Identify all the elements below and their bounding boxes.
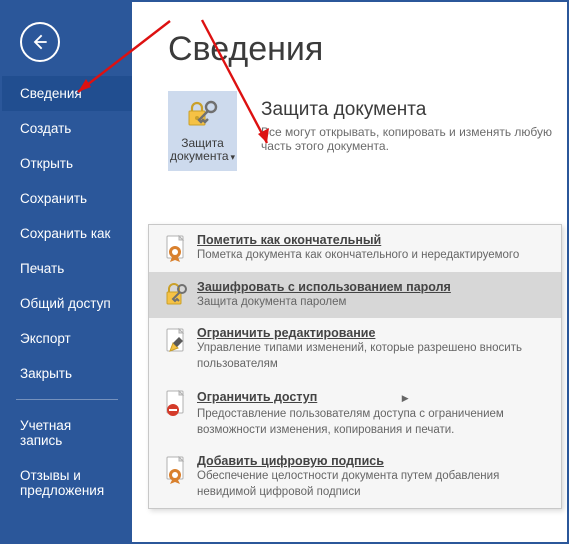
- nav-item-saveas[interactable]: Сохранить как: [2, 216, 132, 251]
- dd-item-mark-final[interactable]: Пометить как окончательный Пометка докум…: [149, 225, 561, 272]
- nav-item-share[interactable]: Общий доступ: [2, 286, 132, 321]
- dd-item-restrict-access[interactable]: Ограничить доступ ▶ Предоставление польз…: [149, 380, 561, 446]
- nav-item-open[interactable]: Открыть: [2, 146, 132, 181]
- dd-desc: Защита документа паролем: [197, 295, 549, 311]
- dd-title: Пометить как окончательный: [197, 233, 549, 247]
- protect-button-label: Защита документа▾: [170, 137, 235, 163]
- protect-dropdown: Пометить как окончательный Пометка докум…: [148, 224, 562, 509]
- dd-desc: Предоставление пользователям доступа с о…: [197, 407, 549, 438]
- nav-label: Сведения: [20, 86, 82, 101]
- restrict-edit-icon: [161, 326, 191, 372]
- dd-title: Ограничить доступ: [197, 390, 317, 404]
- dd-title: Ограничить редактирование: [197, 326, 549, 340]
- nav-label: Отзывы и предложения: [20, 468, 104, 498]
- dd-item-restrict-editing[interactable]: Ограничить редактирование Управление тип…: [149, 318, 561, 380]
- protect-desc: Все могут открывать, копировать и изменя…: [261, 125, 567, 153]
- nav-label: Учетная запись: [20, 418, 71, 448]
- restrict-access-icon: [161, 388, 191, 438]
- dd-item-encrypt[interactable]: Зашифровать с использованием пароля Защи…: [149, 272, 561, 319]
- nav-divider: [16, 399, 118, 400]
- final-icon: [161, 233, 191, 264]
- back-button[interactable]: [20, 22, 60, 62]
- dd-desc: Управление типами изменений, которые раз…: [197, 341, 549, 372]
- protect-document-button[interactable]: Защита документа▾: [168, 91, 237, 171]
- lock-key-icon: [185, 99, 221, 132]
- nav-label: Сохранить как: [20, 226, 110, 241]
- backstage-sidebar: Сведения Создать Открыть Сохранить Сохра…: [2, 2, 132, 542]
- nav-item-info[interactable]: Сведения: [2, 76, 132, 111]
- dd-item-digital-signature[interactable]: Добавить цифровую подпись Обеспечение це…: [149, 446, 561, 508]
- protect-heading: Защита документа: [261, 99, 567, 121]
- nav-label: Общий доступ: [20, 296, 111, 311]
- nav-item-new[interactable]: Создать: [2, 111, 132, 146]
- nav-item-save[interactable]: Сохранить: [2, 181, 132, 216]
- dd-desc: Обеспечение целостности документа путем …: [197, 469, 549, 500]
- nav-label: Создать: [20, 121, 71, 136]
- dropdown-triangle-icon: ▾: [231, 152, 236, 162]
- nav-label: Закрыть: [20, 366, 72, 381]
- main-area: Сведения Защита документа▾ Защита докуме…: [132, 2, 567, 542]
- signature-icon: [161, 454, 191, 500]
- nav-label: Открыть: [20, 156, 73, 171]
- dd-desc: Пометка документа как окончательного и н…: [197, 248, 549, 264]
- submenu-arrow-icon: ▶: [402, 393, 409, 403]
- nav-label: Печать: [20, 261, 64, 276]
- nav-item-print[interactable]: Печать: [2, 251, 132, 286]
- nav-item-close[interactable]: Закрыть: [2, 356, 132, 391]
- nav-label: Сохранить: [20, 191, 87, 206]
- dd-title: Зашифровать с использованием пароля: [197, 280, 549, 294]
- page-title: Сведения: [168, 30, 567, 69]
- nav-label: Экспорт: [20, 331, 71, 346]
- protect-section: Защита документа▾ Защита документа Все м…: [168, 91, 567, 171]
- nav-item-account[interactable]: Учетная запись: [2, 408, 132, 458]
- encrypt-icon: [161, 280, 191, 311]
- dd-title: Добавить цифровую подпись: [197, 454, 549, 468]
- nav-item-export[interactable]: Экспорт: [2, 321, 132, 356]
- nav-item-feedback[interactable]: Отзывы и предложения: [2, 458, 132, 508]
- arrow-left-icon: [30, 32, 50, 52]
